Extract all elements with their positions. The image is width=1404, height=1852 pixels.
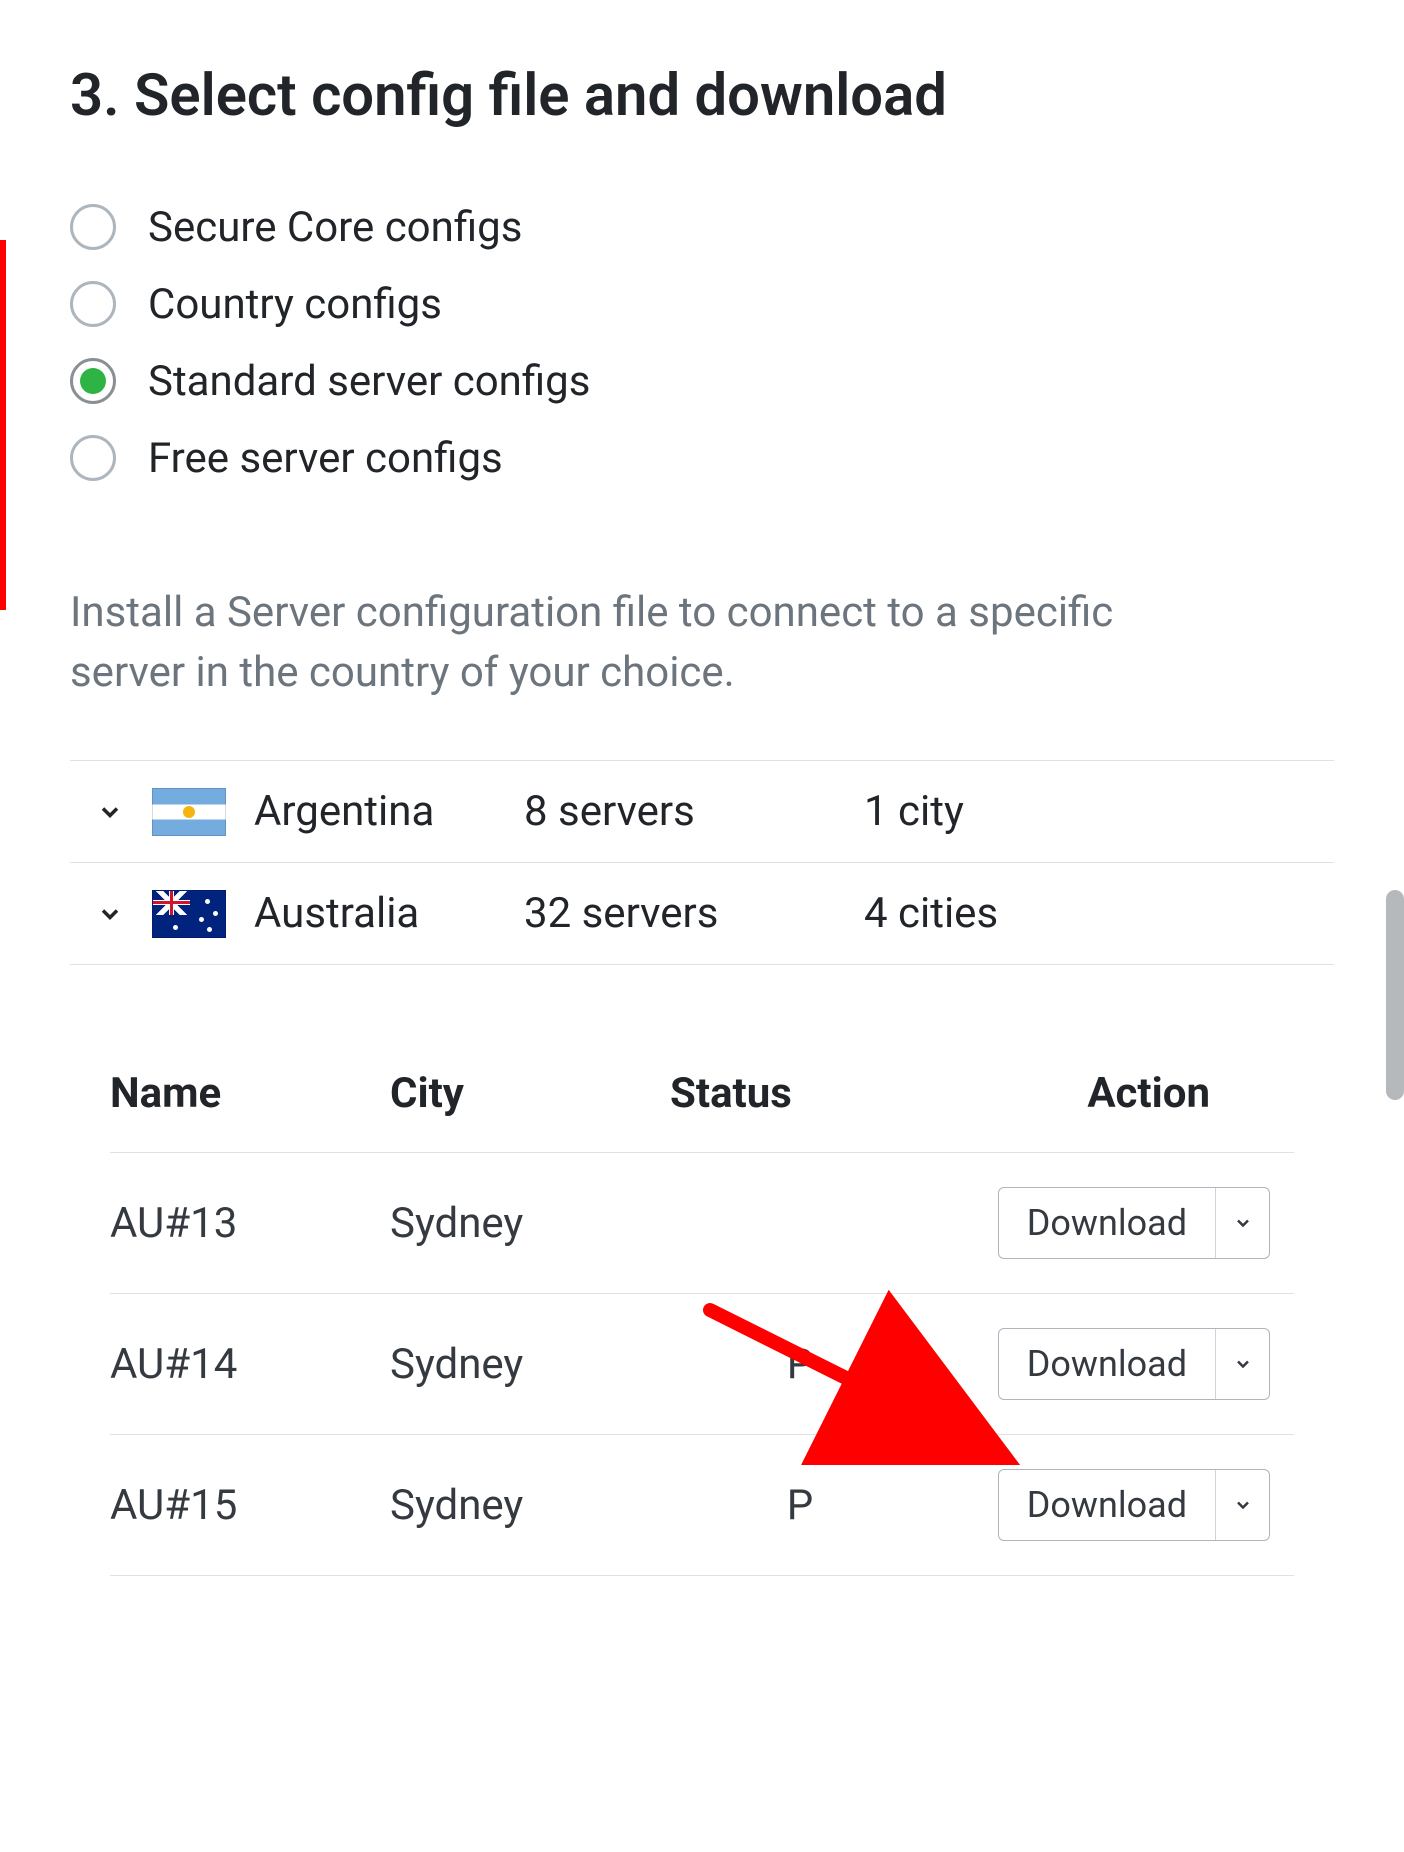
server-name: AU#13	[110, 1199, 390, 1248]
server-city: Sydney	[390, 1199, 670, 1248]
config-description: Install a Server configuration file to c…	[70, 583, 1170, 705]
radio-label: Country configs	[148, 280, 442, 329]
section-title: 3. Select config file and download	[70, 60, 1334, 133]
server-city: Sydney	[390, 1340, 670, 1389]
table-row: AU#13 Sydney Download	[110, 1153, 1294, 1294]
table-row: AU#14 Sydney P Download	[110, 1294, 1294, 1435]
table-header-row: Name City Status Action	[110, 1035, 1294, 1153]
config-radio-group: Secure Core configs Country configs Stan…	[70, 203, 1334, 483]
country-name: Australia	[254, 889, 524, 938]
radio-icon	[70, 204, 116, 250]
radio-label: Free server configs	[148, 434, 503, 483]
server-city: Sydney	[390, 1481, 670, 1530]
col-header-city: City	[390, 1069, 670, 1118]
chevron-down-icon[interactable]	[1215, 1470, 1269, 1540]
server-name: AU#14	[110, 1340, 390, 1389]
radio-standard-server[interactable]: Standard server configs	[70, 357, 1334, 406]
download-button[interactable]: Download	[998, 1469, 1270, 1541]
col-header-action: Action	[930, 1069, 1270, 1118]
country-row-argentina[interactable]: Argentina 8 servers 1 city	[70, 761, 1334, 863]
download-label: Download	[999, 1329, 1215, 1399]
download-label: Download	[999, 1188, 1215, 1258]
radio-free-server[interactable]: Free server configs	[70, 434, 1334, 483]
country-servers: 32 servers	[524, 889, 864, 938]
chevron-down-icon[interactable]	[1215, 1329, 1269, 1399]
col-header-name: Name	[110, 1069, 390, 1118]
flag-argentina-icon	[152, 788, 226, 836]
radio-secure-core[interactable]: Secure Core configs	[70, 203, 1334, 252]
radio-icon	[70, 281, 116, 327]
country-cities: 4 cities	[864, 889, 998, 938]
download-button[interactable]: Download	[998, 1187, 1270, 1259]
country-list: Argentina 8 servers 1 city Australia 32 …	[70, 760, 1334, 965]
country-row-australia[interactable]: Australia 32 servers 4 cities	[70, 863, 1334, 965]
table-row: AU#15 Sydney P Download	[110, 1435, 1294, 1576]
download-label: Download	[999, 1470, 1215, 1540]
chevron-down-icon	[90, 900, 130, 928]
chevron-down-icon	[90, 798, 130, 826]
chevron-down-icon[interactable]	[1215, 1188, 1269, 1258]
radio-icon	[70, 358, 116, 404]
radio-icon	[70, 435, 116, 481]
server-status: P	[670, 1481, 930, 1530]
country-cities: 1 city	[864, 787, 964, 836]
download-button[interactable]: Download	[998, 1328, 1270, 1400]
server-name: AU#15	[110, 1481, 390, 1530]
radio-label: Secure Core configs	[148, 203, 522, 252]
scrollbar[interactable]	[1386, 890, 1404, 1100]
radio-country[interactable]: Country configs	[70, 280, 1334, 329]
country-name: Argentina	[254, 787, 524, 836]
country-servers: 8 servers	[524, 787, 864, 836]
radio-label: Standard server configs	[148, 357, 590, 406]
flag-australia-icon	[152, 890, 226, 938]
col-header-status: Status	[670, 1069, 930, 1118]
annotation-side-bar	[0, 240, 6, 610]
radio-dot-icon	[80, 368, 106, 394]
server-table: Name City Status Action AU#13 Sydney Dow…	[110, 1035, 1294, 1576]
server-status: P	[670, 1340, 930, 1389]
